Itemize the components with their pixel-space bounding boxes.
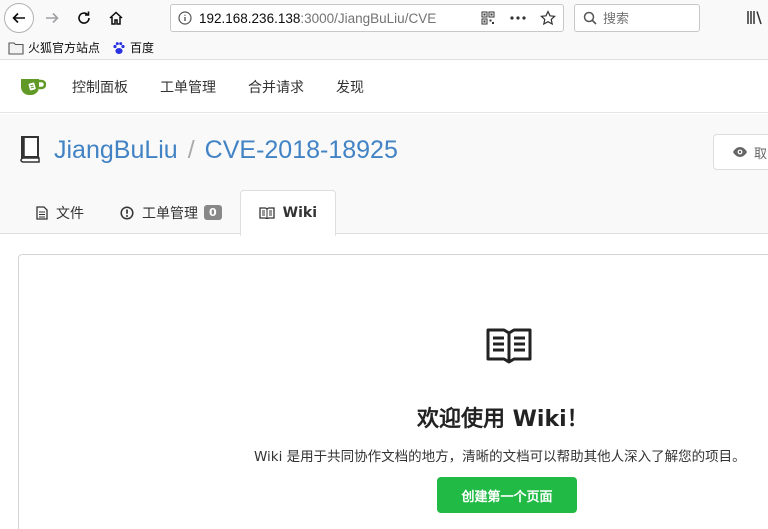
book-icon	[259, 207, 275, 219]
arrow-right-icon	[46, 12, 59, 24]
tab-label: Wiki	[282, 205, 318, 221]
url-host: 192.168.236.138	[199, 10, 301, 26]
repo-title: JiangBuLiu / CVE-2018-18925	[54, 136, 398, 165]
file-text-icon	[36, 205, 48, 220]
wiki-description: Wiki 是用于共同协作文档的地方，清晰的文档可以帮助其他人深入了解您的项目。	[254, 449, 746, 465]
bookmark-star-icon[interactable]	[533, 5, 563, 31]
nav-pull-requests[interactable]: 合并请求	[232, 77, 320, 97]
nav-issues[interactable]: 工单管理	[144, 77, 232, 97]
url-text[interactable]: 192.168.236.138:3000/JiangBuLiu/CVE	[199, 11, 471, 26]
page-info-icon[interactable]	[171, 5, 199, 31]
reload-button[interactable]	[70, 4, 98, 32]
search-icon	[583, 11, 597, 25]
issue-count-badge: 0	[204, 205, 222, 220]
url-bar[interactable]: 192.168.236.138:3000/JiangBuLiu/CVE	[170, 4, 564, 32]
bookmark-label: 百度	[130, 41, 155, 55]
repo-path-divider: /	[187, 136, 195, 164]
back-button[interactable]	[4, 3, 34, 33]
qr-code-icon[interactable]	[473, 5, 503, 31]
library-icon[interactable]	[746, 8, 764, 30]
repo-header: JiangBuLiu / CVE-2018-18925 取 文件 工单管理 0 Wi…	[0, 114, 768, 236]
forward-button[interactable]	[38, 4, 66, 32]
nav-dashboard[interactable]: 控制面板	[56, 77, 144, 97]
app-header: 控制面板 工单管理 合并请求 发现	[0, 61, 768, 113]
issue-opened-icon	[120, 205, 134, 220]
nav-explore[interactable]: 发现	[320, 77, 380, 97]
repo-tabs: 文件 工单管理 0 Wiki	[18, 189, 337, 236]
gogs-teacup-icon	[21, 79, 47, 95]
unwatch-button[interactable]: 取	[713, 134, 768, 170]
browser-search-box[interactable]	[574, 4, 700, 32]
browser-toolbar: 192.168.236.138:3000/JiangBuLiu/CVE	[0, 0, 768, 36]
wiki-welcome-heading: 欢迎使用 Wiki！	[417, 407, 589, 432]
tab-wiki[interactable]: Wiki	[239, 190, 337, 236]
bookmark-baidu[interactable]: 百度	[112, 39, 154, 56]
bookmarks-bar: 火狐官方站点 百度	[0, 36, 768, 60]
folder-icon	[8, 41, 24, 55]
tab-label: 工单管理	[142, 205, 198, 222]
bookmark-firefox-official[interactable]: 火狐官方站点	[8, 39, 100, 56]
tab-files[interactable]: 文件	[18, 190, 102, 235]
wiki-empty-state: 欢迎使用 Wiki！ Wiki 是用于共同协作文档的地方，清晰的文档可以帮助其他…	[18, 254, 768, 529]
repo-icon	[18, 134, 42, 168]
unwatch-label: 取	[754, 146, 768, 162]
home-button[interactable]	[102, 4, 130, 32]
create-first-page-button[interactable]: 创建第一个页面	[437, 477, 577, 513]
arrow-left-icon	[12, 12, 25, 24]
bookmark-label: 火狐官方站点	[28, 41, 101, 55]
tab-label: 文件	[56, 205, 84, 222]
gogs-logo[interactable]	[18, 76, 47, 102]
baidu-paw-icon	[113, 41, 125, 54]
main-nav: 控制面板 工单管理 合并请求 发现	[56, 61, 380, 113]
more-actions-icon[interactable]	[503, 5, 533, 31]
eye-icon	[733, 147, 747, 157]
home-icon	[109, 11, 123, 25]
wiki-book-icon	[486, 328, 532, 368]
repo-owner-link[interactable]: JiangBuLiu	[54, 136, 178, 164]
tab-issues[interactable]: 工单管理 0	[102, 190, 240, 235]
search-input[interactable]	[603, 10, 693, 26]
repo-name-link[interactable]: CVE-2018-18925	[205, 136, 398, 164]
url-path: :3000/JiangBuLiu/CVE	[300, 10, 437, 26]
reload-icon	[78, 11, 90, 24]
